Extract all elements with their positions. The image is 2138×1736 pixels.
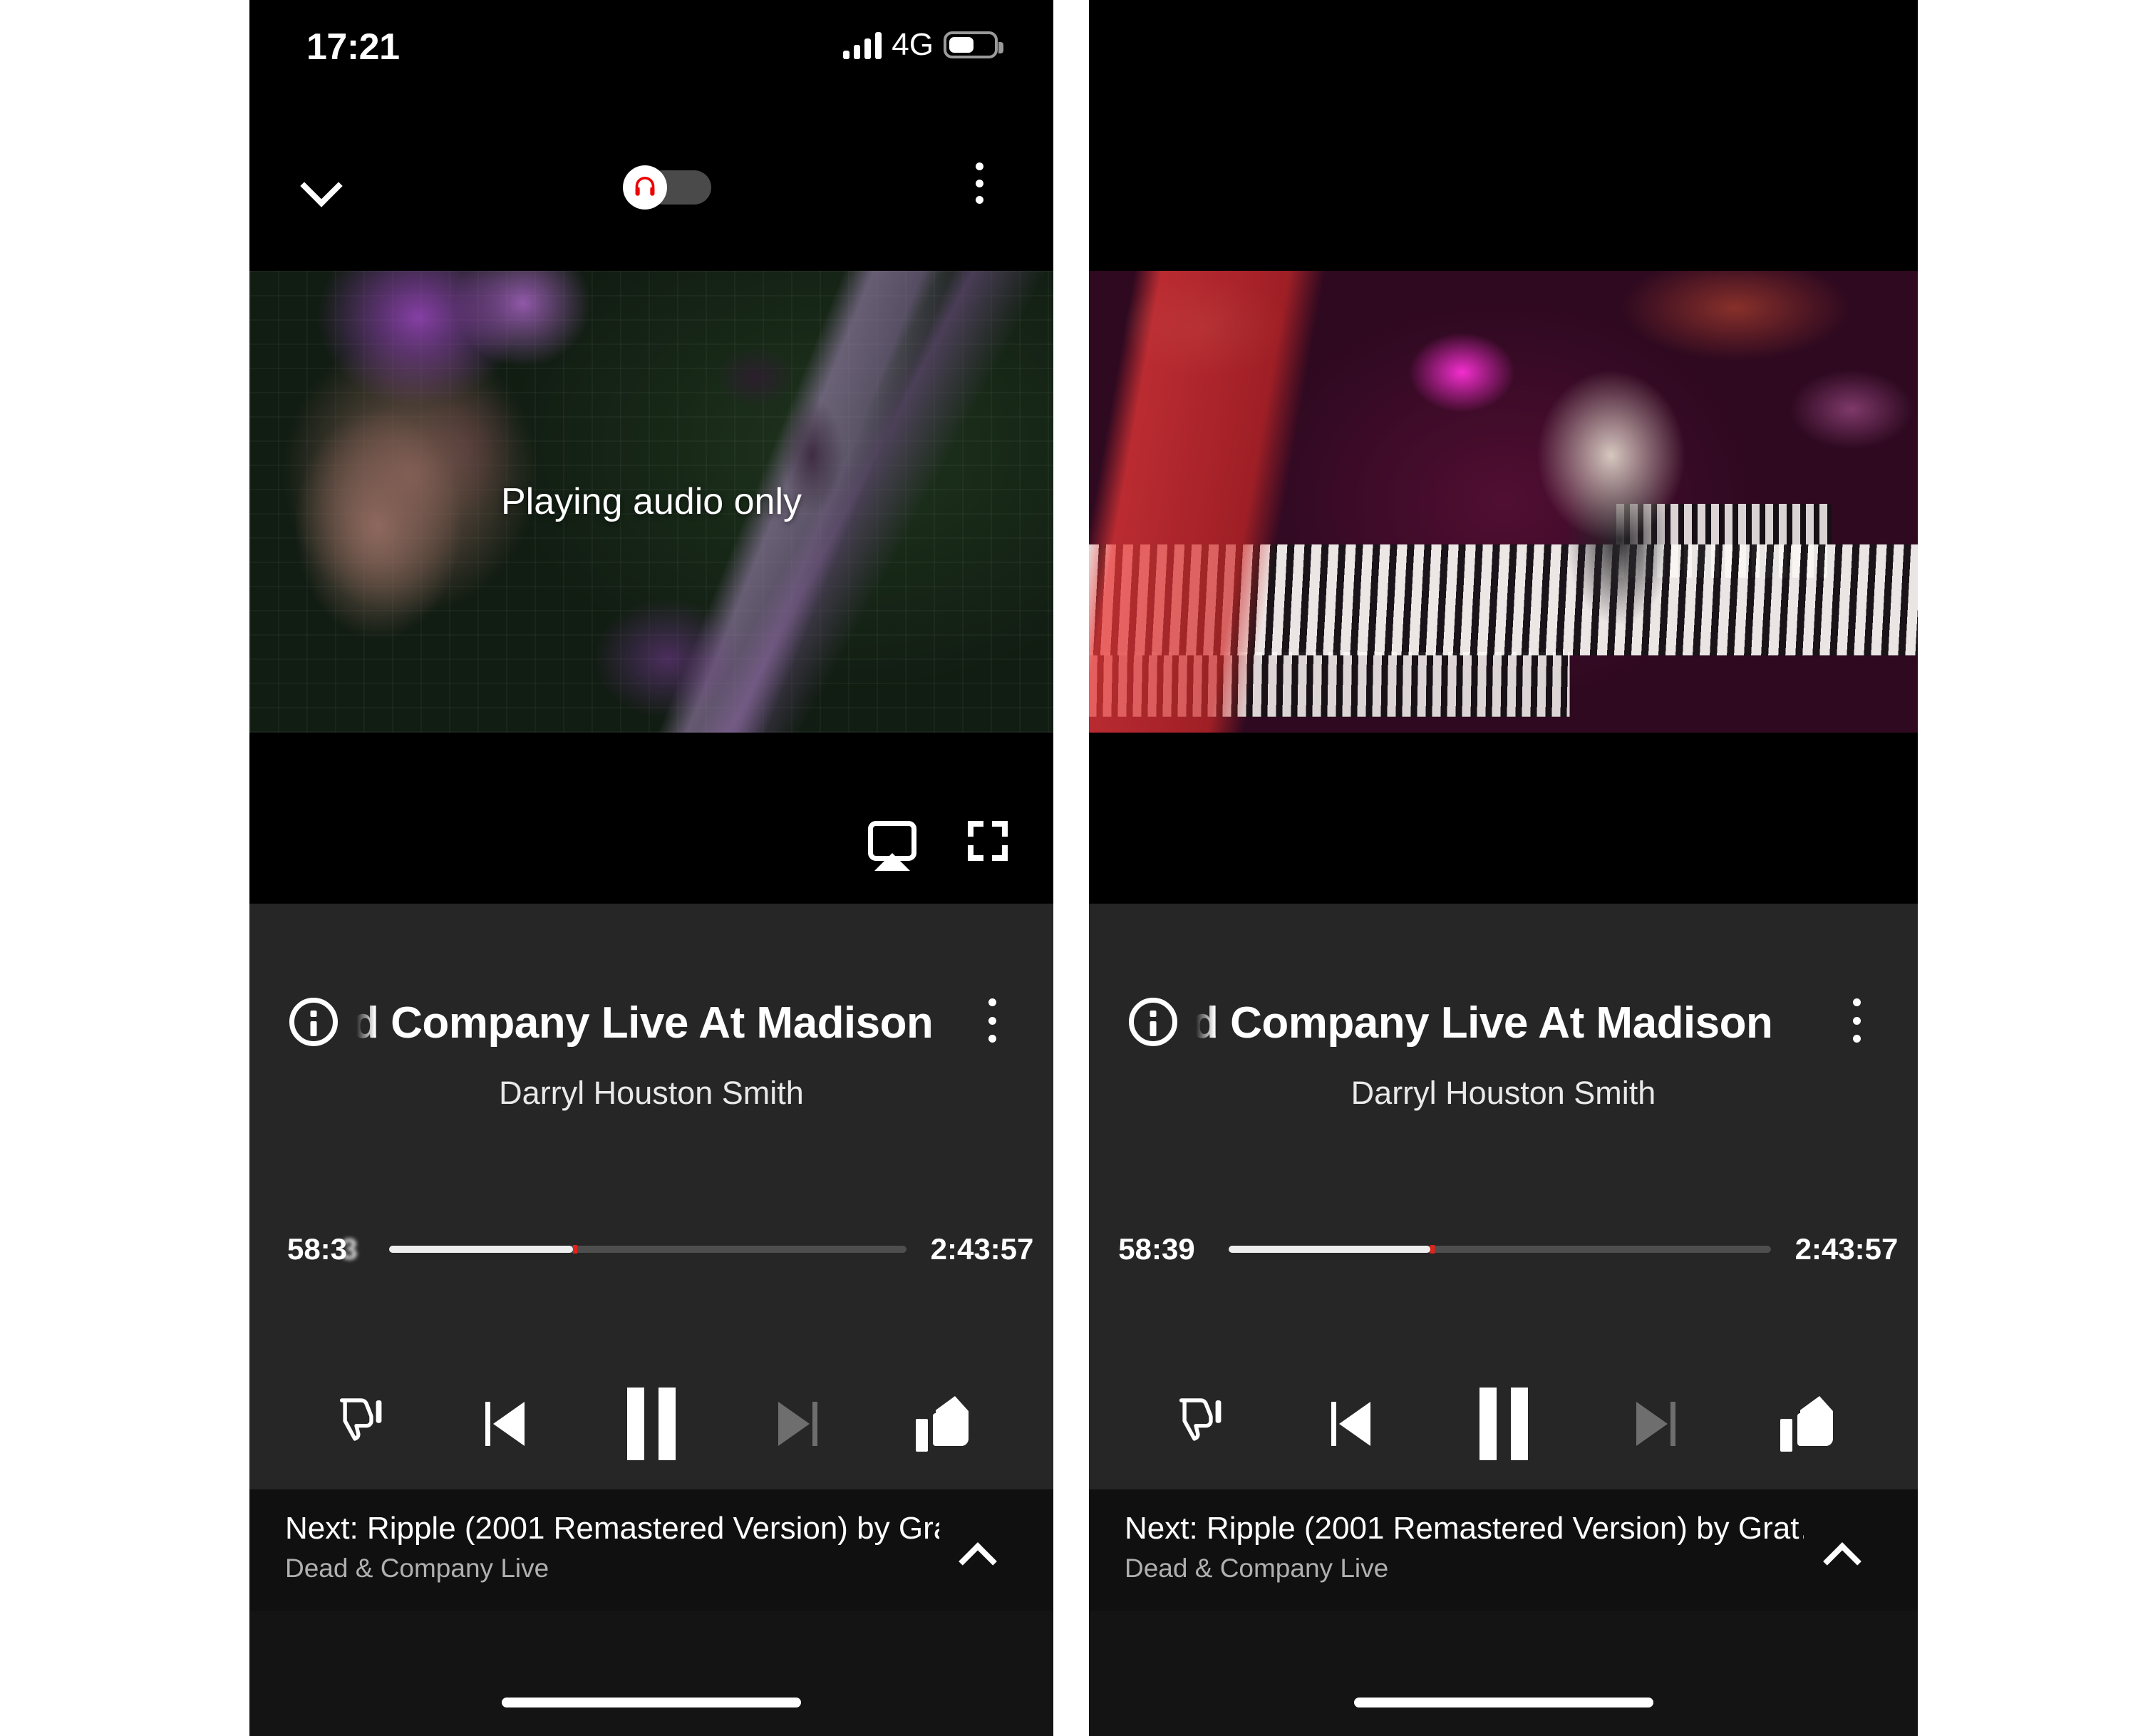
up-next-bar[interactable]: Next: Ripple (2001 Remastered Version) b… <box>249 1489 1053 1611</box>
like-button[interactable] <box>1764 1381 1849 1467</box>
status-bar-indicators: 4G <box>843 27 1003 63</box>
skip-next-icon <box>1634 1402 1676 1446</box>
seek-bar[interactable] <box>389 1245 907 1254</box>
current-time-text: 58:39 <box>1118 1232 1195 1266</box>
home-indicator-area <box>1089 1611 1918 1736</box>
chevron-down-icon[interactable] <box>301 161 345 205</box>
play-pause-button[interactable] <box>1461 1381 1546 1467</box>
duration-label: 2:43:57 <box>1794 1232 1899 1266</box>
more-vertical-icon[interactable] <box>958 160 1001 207</box>
dislike-button[interactable] <box>318 1381 403 1467</box>
up-next-bar[interactable]: Next: Ripple (2001 Remastered Version) b… <box>1089 1489 1918 1611</box>
seek-bar-played <box>1229 1246 1431 1253</box>
previous-button[interactable] <box>463 1381 549 1467</box>
track-artist: Darryl Houston Smith <box>499 1075 804 1111</box>
seek-bar-chapter-marker <box>573 1245 578 1254</box>
cellular-signal-icon <box>843 31 882 59</box>
thumbs-up-icon <box>916 1396 969 1452</box>
transport-controls <box>1089 1374 1918 1474</box>
video-surface[interactable] <box>1089 271 1918 733</box>
audio-only-overlay-label: Playing audio only <box>500 481 802 522</box>
skip-next-icon <box>776 1402 817 1446</box>
skip-previous-icon <box>1331 1402 1373 1446</box>
play-pause-button[interactable] <box>609 1381 694 1467</box>
next-button[interactable] <box>1612 1381 1698 1467</box>
duration-label: 2:43:57 <box>930 1232 1034 1266</box>
chevron-up-icon[interactable] <box>959 1536 999 1576</box>
home-indicator[interactable] <box>502 1698 801 1707</box>
track-title: d Company Live At Madison <box>356 998 934 1048</box>
seek-bar-played <box>389 1246 574 1253</box>
screenshot-stage: 17:21 4G Playing audio only d Company Li… <box>0 0 2138 1736</box>
video-frame-singer: Playing audio only <box>249 271 1053 733</box>
current-time-label: 58:39 <box>1089 1232 1224 1266</box>
video-frame-keyboardist <box>1089 271 1918 733</box>
progress-row: 58:3 3 2:43:57 <box>249 1224 1053 1274</box>
phone-screen-left: 17:21 4G Playing audio only d Company Li… <box>249 0 1053 1736</box>
info-circle-icon[interactable] <box>1129 998 1177 1046</box>
up-next-subtitle: Dead & Company Live <box>285 1554 549 1583</box>
video-still-image <box>1089 271 1918 733</box>
thumbs-up-icon <box>1780 1396 1833 1452</box>
skip-previous-icon <box>485 1402 527 1446</box>
track-overflow-icon[interactable] <box>1837 995 1876 1046</box>
chevron-up-icon[interactable] <box>1824 1536 1864 1576</box>
current-time-label: 58:3 3 <box>249 1232 385 1266</box>
track-title-marquee: d Company Live At Madison <box>356 989 946 1058</box>
track-title: d Company Live At Madison <box>1196 998 1773 1048</box>
current-time-rolling-digit: 3 <box>341 1232 358 1266</box>
track-overflow-icon[interactable] <box>972 995 1012 1046</box>
airplay-icon[interactable] <box>868 821 916 861</box>
track-title-marquee: d Company Live At Madison <box>1196 989 1811 1058</box>
pause-icon <box>627 1388 676 1460</box>
battery-icon <box>944 31 1003 58</box>
headphones-icon <box>623 165 667 210</box>
video-controls-row <box>868 798 1008 884</box>
thumbs-down-icon <box>334 1396 387 1452</box>
audio-only-toggle[interactable] <box>623 165 711 210</box>
seek-bar-chapter-marker <box>1430 1245 1435 1254</box>
player-top-bar <box>249 100 1053 271</box>
status-bar-clock: 17:21 <box>306 26 400 68</box>
network-type-label: 4G <box>892 27 934 62</box>
seek-bar[interactable] <box>1229 1245 1771 1254</box>
previous-button[interactable] <box>1309 1381 1395 1467</box>
track-artist: Darryl Houston Smith <box>1351 1075 1656 1111</box>
phone-screen-right: d Company Live At Madison Darryl Houston… <box>1089 0 1918 1736</box>
progress-row: 58:39 2:43:57 <box>1089 1224 1918 1274</box>
thumbs-down-icon <box>1174 1396 1226 1452</box>
home-indicator-area <box>249 1611 1053 1736</box>
like-button[interactable] <box>899 1381 985 1467</box>
up-next-title: Next: Ripple (2001 Remastered Version) b… <box>1125 1511 1804 1546</box>
dislike-button[interactable] <box>1157 1381 1243 1467</box>
up-next-subtitle: Dead & Company Live <box>1125 1554 1389 1583</box>
video-surface[interactable]: Playing audio only <box>249 271 1053 733</box>
up-next-title: Next: Ripple (2001 Remastered Version) b… <box>285 1511 939 1546</box>
pause-icon <box>1479 1388 1528 1460</box>
status-bar: 17:21 4G <box>249 0 1053 100</box>
fullscreen-icon[interactable] <box>968 821 1008 861</box>
home-indicator[interactable] <box>1353 1698 1653 1707</box>
track-title-row: d Company Live At Madison <box>1089 989 1918 1058</box>
transport-controls <box>249 1374 1053 1474</box>
info-circle-icon[interactable] <box>289 998 338 1046</box>
current-time-text: 58:3 <box>286 1232 348 1266</box>
track-title-row: d Company Live At Madison <box>249 989 1053 1058</box>
next-button[interactable] <box>754 1381 840 1467</box>
